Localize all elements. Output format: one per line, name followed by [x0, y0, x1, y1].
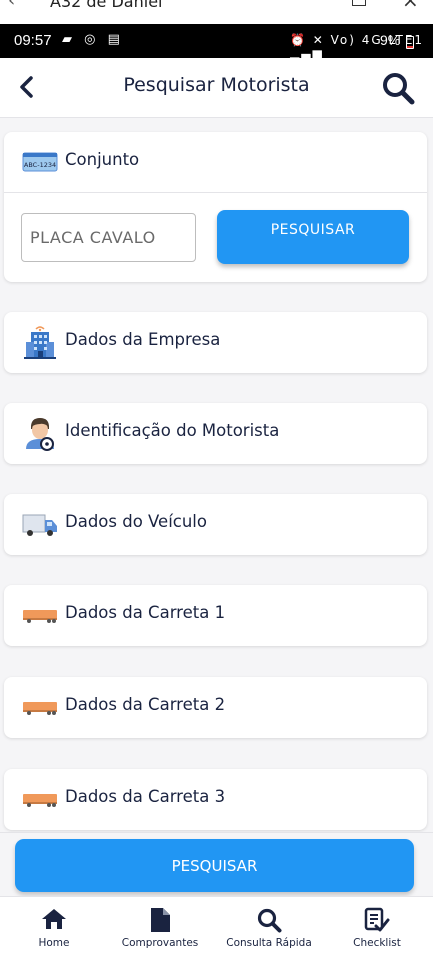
- battery-icon: [406, 36, 414, 49]
- checklist-icon: [364, 907, 390, 932]
- building-icon: [24, 326, 56, 359]
- nav-comprovantes[interactable]: Comprovantes: [106, 897, 214, 959]
- placa-cavalo-input[interactable]: [21, 213, 196, 262]
- section-label: Dados da Empresa: [65, 330, 221, 349]
- section-carreta-2[interactable]: Dados da Carreta 2: [4, 677, 427, 738]
- home-icon: [42, 909, 66, 929]
- section-empresa[interactable]: Dados da Empresa: [4, 312, 427, 373]
- status-bar: 09:57 ▰ ◎ ▤ ⏰ ✕ Vo) 4G LTE1 ▂▄▆ 9%: [0, 24, 433, 61]
- nav-label: Checklist: [353, 937, 401, 949]
- section-label: Identificação do Motorista: [65, 421, 280, 440]
- plate-text: ABC-1234: [24, 161, 56, 169]
- trailer-icon: [23, 702, 57, 715]
- section-motorista[interactable]: Identificação do Motorista: [4, 403, 427, 464]
- driver-icon: [26, 418, 54, 451]
- battery-percent: 9%: [380, 32, 401, 48]
- pesquisar-button[interactable]: PESQUISAR: [15, 839, 414, 892]
- page-title: Pesquisar Motorista: [123, 74, 310, 96]
- section-label: Dados da Carreta 3: [65, 787, 226, 806]
- nav-label: Home: [38, 937, 70, 949]
- trailer-icon: [23, 610, 57, 623]
- section-label: Dados da Carreta 2: [65, 695, 226, 714]
- trailer-icon: [23, 794, 57, 807]
- nav-label: Comprovantes: [121, 937, 199, 949]
- app-bar: Pesquisar Motorista: [0, 58, 433, 118]
- conjunto-label: Conjunto: [65, 150, 140, 169]
- section-veiculo[interactable]: Dados do Veículo: [4, 494, 427, 555]
- search-icon[interactable]: [380, 70, 416, 106]
- section-carreta-1[interactable]: Dados da Carreta 1: [4, 585, 427, 646]
- close-icon[interactable]: ×: [402, 0, 419, 12]
- divider: [4, 192, 427, 193]
- section-label: Dados da Carreta 1: [65, 603, 226, 622]
- window-title: A32 de Daniel: [50, 0, 163, 11]
- window-back-icon[interactable]: ‹: [8, 0, 15, 11]
- nav-home[interactable]: Home: [0, 897, 108, 959]
- status-time: 09:57: [14, 32, 52, 49]
- search-icon: [257, 908, 282, 933]
- maximize-icon[interactable]: [352, 0, 366, 6]
- notification-icons: ▰ ◎ ▤: [62, 32, 124, 47]
- nav-checklist[interactable]: Checklist: [323, 897, 431, 959]
- conjunto-card: ABC-1234 Conjunto PESQUISAR: [4, 132, 427, 282]
- truck-icon: [22, 514, 57, 536]
- section-label: Dados do Veículo: [65, 512, 207, 531]
- nav-consulta-rapida[interactable]: Consulta Rápida: [215, 897, 323, 959]
- bottom-nav: Home Comprovantes Consulta Rápida Checkl…: [0, 896, 433, 959]
- document-icon: [151, 908, 170, 932]
- section-carreta-3[interactable]: Dados da Carreta 3: [4, 769, 427, 830]
- screen: ‹ A32 de Daniel × 09:57 ▰ ◎ ▤ ⏰ ✕ Vo) 4G…: [0, 0, 433, 959]
- license-plate-icon: ABC-1234: [22, 152, 58, 172]
- nav-label: Consulta Rápida: [226, 937, 312, 949]
- window-title-bar: ‹ A32 de Daniel ×: [0, 0, 433, 24]
- pesquisar-placa-button[interactable]: PESQUISAR: [217, 210, 409, 264]
